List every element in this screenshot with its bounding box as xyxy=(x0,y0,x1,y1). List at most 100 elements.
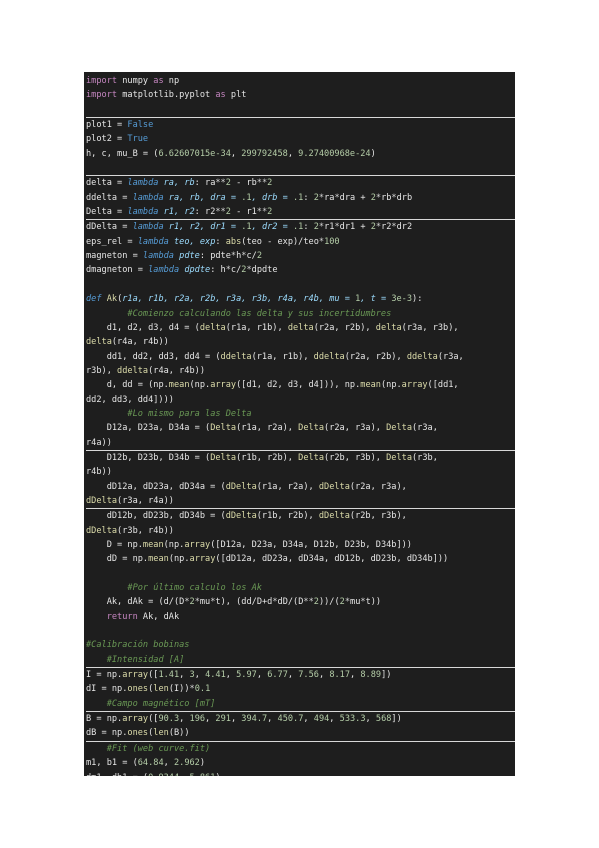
code-line[interactable]: plot1 = False xyxy=(86,117,515,132)
code-line[interactable]: ddelta = lambda ra, rb, dra = .1, drb = … xyxy=(86,191,515,205)
code-token: array xyxy=(189,554,216,565)
code-line[interactable]: d1, d2, d3, d4 = (delta(r1a, r1b), delta… xyxy=(86,321,515,335)
code-token: array xyxy=(401,380,428,391)
code-token: lambda xyxy=(137,236,169,247)
code-token: lambda xyxy=(132,222,164,233)
code-line[interactable] xyxy=(86,103,515,117)
code-token: r2 xyxy=(381,222,392,233)
code-line[interactable]: B = np.array([90.3, 196, 291, 394.7, 450… xyxy=(86,711,515,726)
code-token: (r4a, r4b)) xyxy=(111,337,169,348)
code-line[interactable]: r3b), ddelta(r4a, r4b)) xyxy=(86,364,515,378)
code-token: 0.9344 xyxy=(148,773,179,777)
code-line[interactable] xyxy=(86,624,515,638)
code-line[interactable]: dDelta = lambda r1, r2, dr1 = .1, dr2 = … xyxy=(86,219,515,234)
code-line[interactable]: d, dd = (np.mean(np.array([d1, d2, d3, d… xyxy=(86,378,515,392)
code-token: Ak xyxy=(101,294,118,305)
code-line[interactable]: h, c, mu_B = (6.62607015e-34, 299792458,… xyxy=(86,147,515,161)
code-line[interactable]: import matplotlib.pyplot as plt xyxy=(86,88,515,102)
code-token: 533.3 xyxy=(339,714,366,725)
code-line[interactable]: r4b)) xyxy=(86,465,515,479)
code-line[interactable]: #Lo mismo para las Delta xyxy=(86,407,515,421)
code-line[interactable]: import numpy as np xyxy=(86,74,515,88)
code-token: dra + xyxy=(339,192,371,203)
code-line[interactable]: #Intensidad [A] xyxy=(86,653,515,667)
code-token: , xyxy=(303,714,314,725)
code-line[interactable]: dDelta(r3b, r4b)) xyxy=(86,524,515,538)
code-token: , xyxy=(205,714,216,725)
code-line[interactable]: #Fit (web curve.fit) xyxy=(86,740,515,756)
code-line[interactable]: dm1, db1 = (0.9344, 5.861) xyxy=(86,771,515,777)
code-token: ): xyxy=(412,294,423,305)
code-line[interactable]: delta = lambda ra, rb: ra**2 - rb**2 xyxy=(86,175,515,190)
code-token: 0.1 xyxy=(194,684,211,695)
code-line[interactable] xyxy=(86,567,515,581)
code-token: ra, rb xyxy=(158,178,195,189)
code-line[interactable]: #Campo magnético [mT] xyxy=(86,697,515,711)
code-line[interactable]: I = np.array([1.41, 3, 4.41, 5.97, 6.77,… xyxy=(86,667,515,682)
code-line[interactable]: dD12b, dD23b, dD34b = (dDelta(r1b, r2b),… xyxy=(86,508,515,523)
code-token: (r2b, r3b), xyxy=(324,452,387,463)
code-line[interactable]: m1, b1 = (64.84, 2.962) xyxy=(86,756,515,770)
code-comment: #Lo mismo para las Delta xyxy=(86,408,252,419)
code-line[interactable]: dd1, dd2, dd3, dd4 = (ddelta(r1a, r1b), … xyxy=(86,350,515,364)
code-token: ** xyxy=(215,178,226,189)
code-token: len xyxy=(153,728,169,739)
code-line[interactable] xyxy=(86,161,515,175)
code-token: ))/( xyxy=(318,597,340,608)
code-token: ra, rb, dra = xyxy=(163,192,242,203)
code-token: r3b), xyxy=(86,365,118,376)
code-line[interactable]: #Comienzo calculando las delta y sus inc… xyxy=(86,307,515,321)
code-token: (r1b, r2b), xyxy=(256,511,319,522)
code-token: plot2 = xyxy=(86,134,128,145)
code-line[interactable]: plot2 = True xyxy=(86,132,515,146)
code-token: 6.62607015e-34 xyxy=(158,148,231,159)
code-line[interactable]: #Por último calculo los Ak xyxy=(86,581,515,595)
code-token: ddelta xyxy=(313,351,345,362)
code-token: 2 xyxy=(267,178,273,189)
code-token: dDelta xyxy=(225,481,257,492)
code-line[interactable]: delta(r4a, r4b)) xyxy=(86,335,515,349)
code-token: 5.97 xyxy=(236,670,257,681)
code-line[interactable]: return Ak, dAk xyxy=(86,610,515,624)
code-line[interactable]: dDelta(r3a, r4a)) xyxy=(86,494,515,508)
code-token: (r2b, r3b), xyxy=(349,511,407,522)
code-line[interactable]: #Calibración bobinas xyxy=(86,638,515,652)
code-line[interactable]: def Ak(r1a, r1b, r2a, r2b, r3a, r3b, r4a… xyxy=(86,292,515,306)
code-line[interactable] xyxy=(86,278,515,292)
code-line[interactable]: Ak, dAk = (d/(D*2*mu*t), (dd/D+d*dD/(D**… xyxy=(86,595,515,609)
code-token: h, c, mu_B = ( xyxy=(86,148,159,159)
code-line[interactable]: dd2, dd3, dd4]))) xyxy=(86,393,515,407)
code-token: r4b)) xyxy=(86,467,112,478)
code-token: dDelta xyxy=(86,525,118,536)
code-line[interactable]: dD12a, dD23a, dD34a = (dDelta(r1a, r2a),… xyxy=(86,480,515,494)
code-token: mean xyxy=(168,380,190,391)
code-line[interactable]: eps_rel = lambda teo, exp: abs(teo - exp… xyxy=(86,235,515,249)
code-token: : h xyxy=(210,265,226,276)
code-token: D12a, D23a, D34a = ( xyxy=(86,423,211,434)
code-token: Ak, dAk xyxy=(137,611,180,622)
code-line[interactable]: r4a)) xyxy=(86,436,515,450)
code-line[interactable]: dmagneton = lambda dpdte: h*c/2*dpdte xyxy=(86,263,515,277)
code-line[interactable]: dI = np.ones(len(I))*0.1 xyxy=(86,682,515,696)
code-line[interactable]: D12a, D23a, D34a = (Delta(r1a, r2a), Del… xyxy=(86,421,515,435)
code-token: (r3b, r4b)) xyxy=(117,525,174,536)
code-token: plt xyxy=(225,90,247,101)
code-token: dm1, db1 = ( xyxy=(86,773,148,777)
code-token: eps_rel = xyxy=(86,236,138,247)
code-line[interactable]: dD = np.mean(np.array([dD12a, dD23a, dD3… xyxy=(86,552,515,566)
code-line[interactable]: Delta = lambda r1, r2: r2**2 - r1**2 xyxy=(86,205,515,219)
code-token: : ra xyxy=(194,178,216,189)
code-line[interactable]: D12b, D23b, D34b = (Delta(r1b, r2b), Del… xyxy=(86,449,515,465)
code-token: ]) xyxy=(381,670,392,681)
code-line[interactable]: dB = np.ones(len(B)) xyxy=(86,726,515,740)
code-token: ** xyxy=(215,207,226,218)
code-token: r1a, r1b, r2a, r2b, r3a, r3b, r4a, r4b, … xyxy=(122,294,356,305)
code-token: 64.84 xyxy=(137,758,164,769)
code-line[interactable]: magneton = lambda pdte: pdte*h*c/2 xyxy=(86,249,515,263)
code-editor-panel[interactable]: import numpy as np import matplotlib.pypl… xyxy=(84,72,515,776)
code-token: r1, r2 xyxy=(158,207,195,218)
code-line[interactable]: D = np.mean(np.array([D12a, D23a, D34a, … xyxy=(86,538,515,552)
code-token: ([ xyxy=(148,714,159,725)
code-token: Ak, dAk = (d/(D xyxy=(86,597,185,608)
code-token: (r2a, r3a), xyxy=(349,481,407,492)
